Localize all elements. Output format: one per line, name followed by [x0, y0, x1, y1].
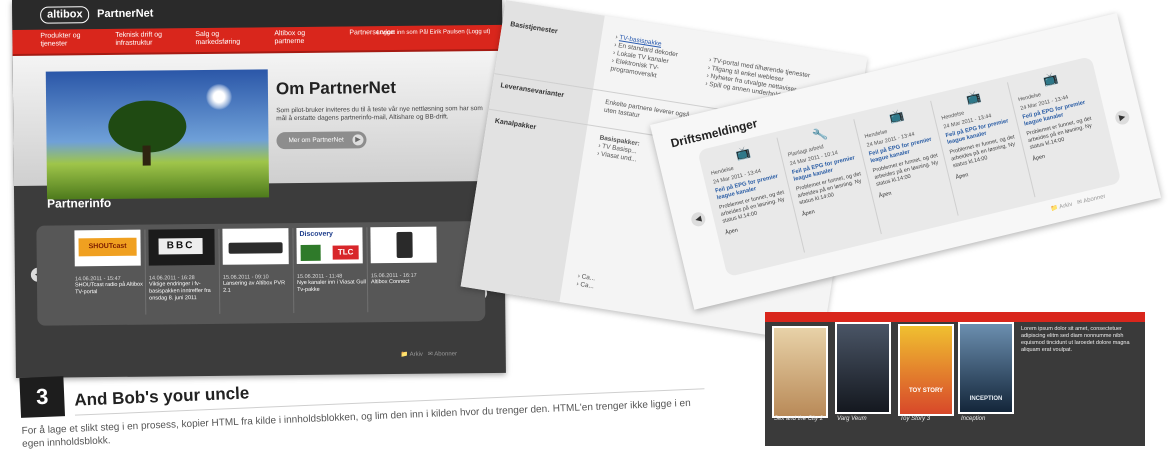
poster-art	[774, 328, 826, 416]
card-title: Altibox Connect	[370, 278, 410, 286]
shoutcast-thumbnail: SHOUTcast	[74, 229, 141, 267]
movie-caption: Inception	[961, 416, 986, 422]
partnernet-screenshot: altibox PartnerNet Produkter og tjeneste…	[12, 0, 506, 378]
partnerinfo-title: Partnerinfo	[47, 195, 112, 211]
step-title: And Bob's your uncle	[73, 383, 250, 410]
chevron-right-icon: ▶	[352, 134, 364, 146]
subscribe-link[interactable]: Abonner	[1083, 194, 1106, 205]
partnerinfo-card[interactable]: SHOUTcast 14.06.2011 - 15:47 SHOUTcast r…	[74, 229, 147, 316]
extra-list: › Ca... › Ca...	[575, 272, 596, 291]
discovery-logo: Discovery	[299, 230, 333, 239]
partnerinfo-carousel: SHOUTcast 14.06.2011 - 15:47 SHOUTcast r…	[36, 221, 486, 326]
step-number: 3	[19, 376, 66, 418]
card-title: SHOUTcast radio på Altibox TV-portal	[74, 281, 143, 296]
connect-thumbnail	[370, 226, 437, 264]
hero-tree-image	[45, 69, 270, 200]
altibox-logo[interactable]: altibox	[40, 6, 90, 24]
animal-planet-logo	[300, 244, 321, 261]
pvr-box-thumbnail	[222, 228, 289, 265]
movie-caption: Varg Veum	[837, 416, 867, 422]
card-title: Nye kanaler inn i Viasat Gull Tv-pakke	[296, 279, 367, 294]
nav-item-produkter[interactable]: Produkter og tjenester	[40, 32, 100, 49]
movie-caption: Sex and the City 2	[774, 416, 824, 422]
movie-poster[interactable]: INCEPTION	[958, 322, 1014, 414]
partnerinfo-card[interactable]: 15.06.2011 - 16:17 Altibox Connect	[370, 226, 441, 313]
mail-icon: ✉	[1076, 199, 1083, 207]
hero-text: Som pilot-bruker inviteres du til å test…	[276, 105, 483, 123]
nav-item-salg[interactable]: Salg og markedsføring	[195, 30, 255, 47]
movie-strip-text: Lorem ipsum dolor sit amet, consectetuer…	[1021, 326, 1130, 353]
poster-title: TOY STORY	[908, 388, 944, 394]
basis-list-1: › TV-basispakke › En standard dekoder › …	[609, 33, 679, 80]
tlc-logo: TLC	[332, 245, 359, 260]
nav-item-teknisk-drift[interactable]: Teknisk drift og infrastruktur	[115, 31, 183, 48]
bbc-logo: BBC	[158, 238, 203, 255]
partnerinfo-card[interactable]: BBC 14.06.2011 - 16:28 Viktige endringer…	[148, 228, 221, 315]
poster-art: TOY STORY	[900, 326, 952, 414]
card-title: Lansering av Altibox PVR 2.1	[222, 280, 286, 294]
brand-name: PartnerNet	[97, 7, 154, 21]
card-title: Viktige endringer i fv-basispakken inntr…	[148, 281, 211, 302]
tree-trunk-shape	[142, 145, 151, 166]
extra-item: Ca...	[579, 281, 595, 291]
carousel-prev-icon[interactable]: ◀	[689, 210, 707, 228]
sun-shape	[205, 83, 233, 110]
phone-shape	[396, 231, 413, 258]
movie-poster[interactable]: TOY STORY	[898, 324, 954, 416]
more-about-button[interactable]: Mer om PartnerNet ▶	[276, 131, 367, 150]
shoutcast-logo: SHOUTcast	[78, 237, 137, 257]
pvr-box-shape	[228, 242, 283, 254]
partnerinfo-card[interactable]: Discovery TLC 15.06.2011 - 11:48 Nye kan…	[296, 227, 369, 314]
login-status[interactable]: Logget inn som Pål Eirik Paulsen (Logg u…	[377, 29, 491, 36]
bbc-thumbnail: BBC	[148, 228, 215, 266]
movie-poster[interactable]	[772, 326, 828, 418]
movie-caption: Toy Story 3	[900, 416, 931, 422]
archive-link[interactable]: Arkiv	[1059, 202, 1073, 211]
carousel-next-icon[interactable]: ▶	[1113, 109, 1131, 126]
movie-strip-topbar	[765, 312, 1145, 322]
discovery-thumbnail: Discovery TLC	[296, 227, 363, 265]
movie-poster[interactable]	[835, 322, 891, 414]
more-about-label: Mer om PartnerNet	[288, 136, 344, 145]
archive-icon: 📁	[1050, 205, 1059, 213]
poster-title: INCEPTION	[969, 396, 1003, 402]
poster-art	[837, 324, 889, 412]
partnerinfo-card[interactable]: 15.06.2011 - 09:10 Lansering av Altibox …	[222, 228, 295, 314]
movie-strip: Sex and the City 2 Varg Veum TOY STORY T…	[765, 312, 1145, 446]
nav-item-altibox-partnerne[interactable]: Altibox og partnerne	[274, 30, 334, 47]
hero-title: Om PartnerNet	[275, 77, 397, 99]
poster-art: INCEPTION	[960, 324, 1012, 412]
